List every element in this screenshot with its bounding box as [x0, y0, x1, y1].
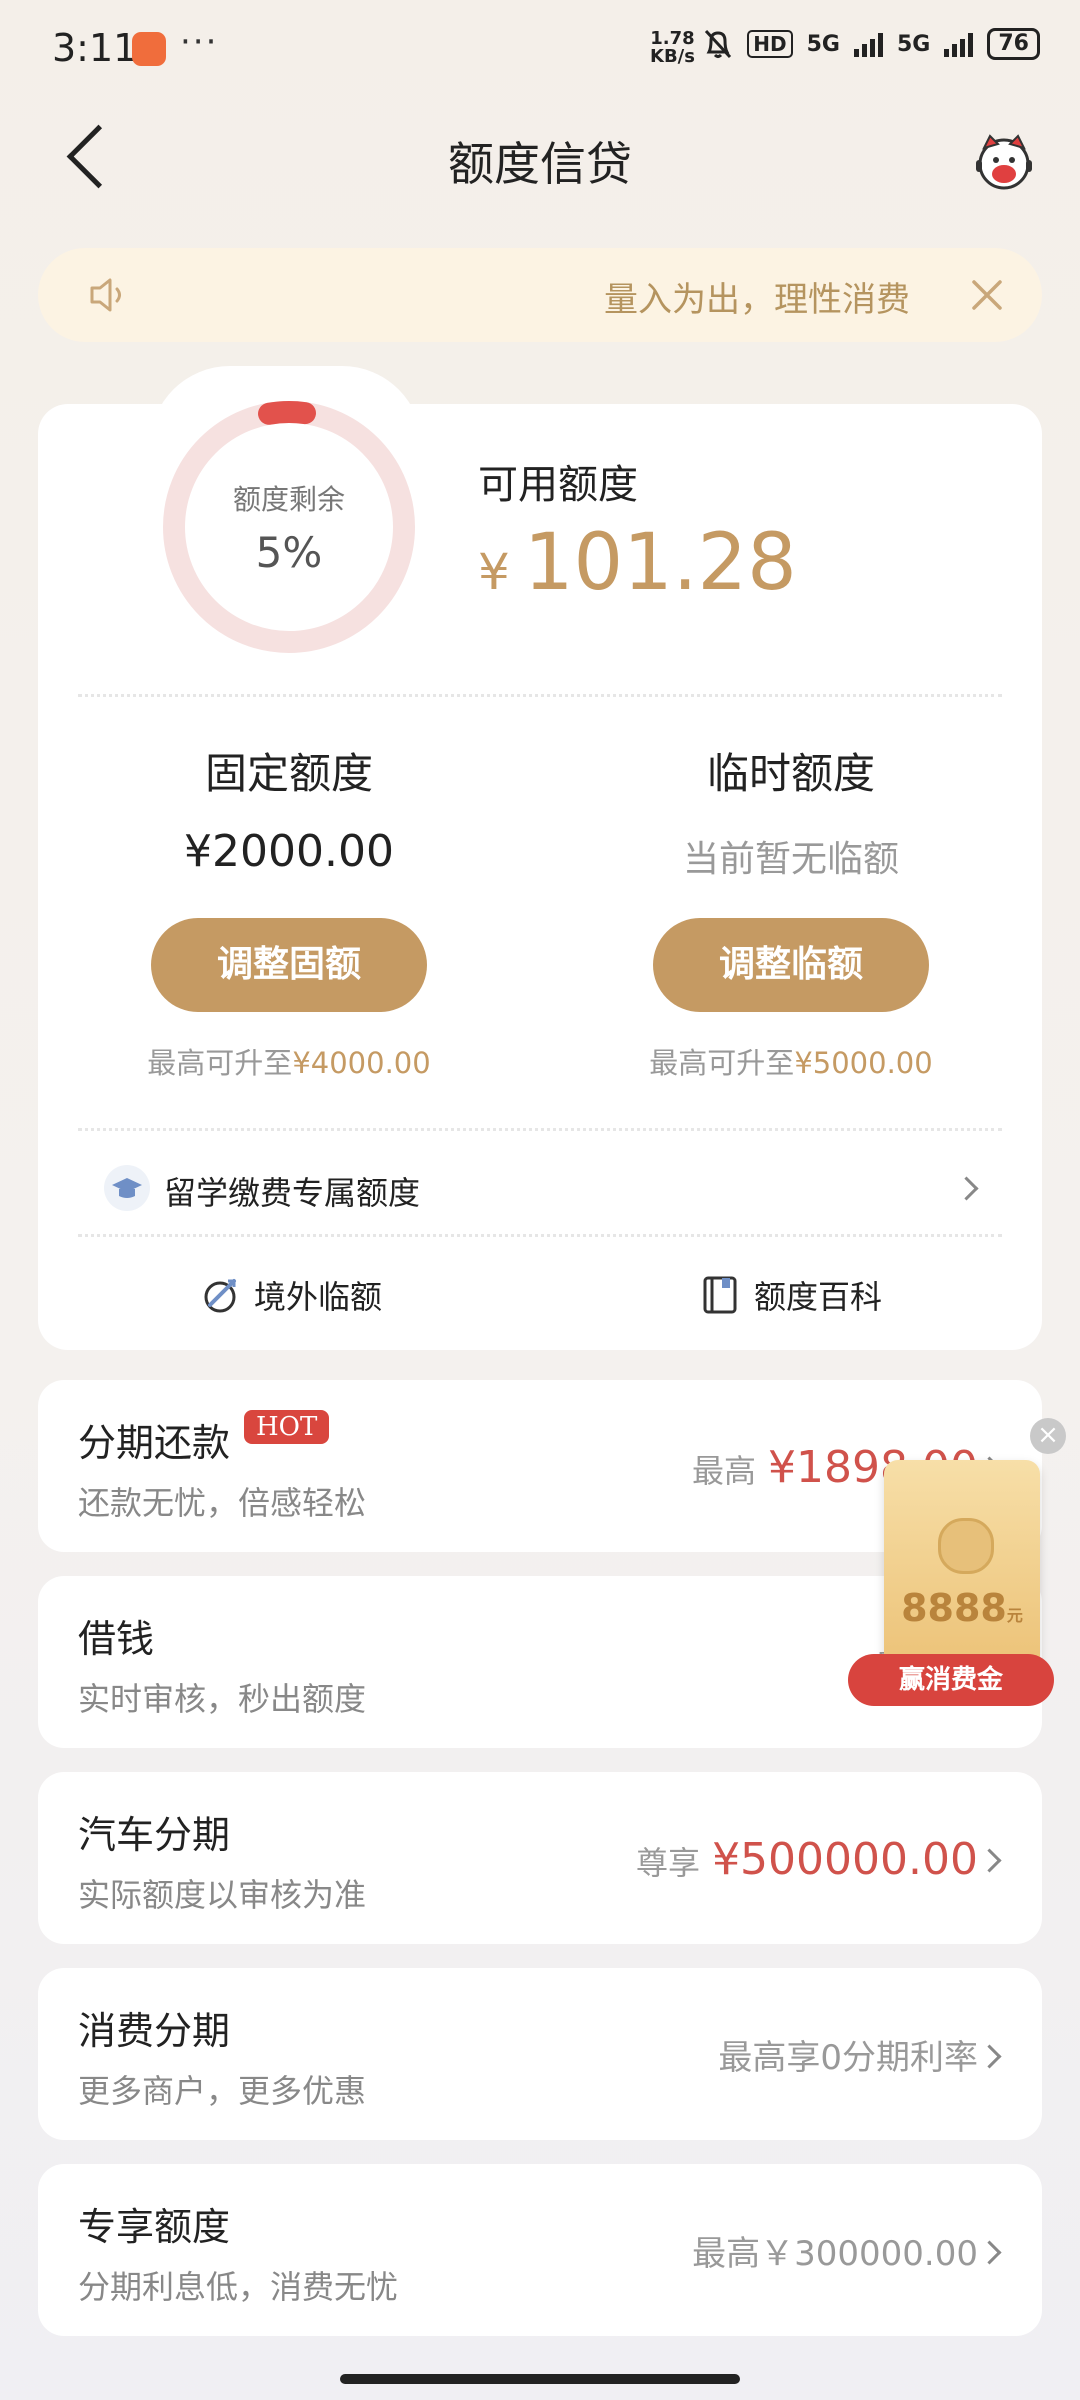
overseas-temp-link[interactable]: 境外临额: [200, 1272, 382, 1318]
remaining-ring-chart: [163, 401, 415, 653]
temp-max-note: 最高可升至¥5000.00: [540, 1040, 1042, 1082]
promo-close-icon[interactable]: ×: [1030, 1418, 1066, 1454]
network-speed-unit: KB/s: [650, 46, 695, 67]
temp-max-value: ¥5000.00: [794, 1046, 933, 1080]
more-notifications-icon: ···: [180, 22, 219, 62]
overseas-icon: [204, 1279, 236, 1313]
card-info-text: 最高￥300000.00: [692, 2234, 978, 2274]
card-subtitle: 更多商户，更多优惠: [78, 2072, 367, 2110]
hd-badge: HD: [747, 30, 793, 58]
credit-encyclopedia-label: 额度百科: [754, 1278, 883, 1316]
temp-credit-title: 临时额度: [706, 749, 875, 798]
promo-amount: 8888元: [884, 1586, 1040, 1630]
adjust-temp-button[interactable]: 调整临额: [653, 918, 929, 1012]
card-title: 分期还款: [78, 1421, 231, 1465]
promo-button[interactable]: 赢消费金: [848, 1654, 1054, 1706]
battery-icon: 76: [987, 28, 1040, 60]
card-subtitle: 实时审核，秒出额度: [78, 1680, 367, 1718]
temp-max-prefix: 最高可升至: [649, 1046, 795, 1080]
remaining-label: 额度剩余: [232, 483, 345, 516]
amount-value: ¥500000.00: [712, 1834, 978, 1885]
graduation-cap-icon: [104, 1165, 150, 1211]
signal-icon: [854, 31, 883, 57]
hot-badge: HOT: [244, 1410, 330, 1444]
fixed-max-note: 最高可升至¥4000.00: [38, 1040, 540, 1082]
divider-2: [78, 1128, 1002, 1131]
available-credit-value: ¥101.28: [478, 518, 797, 608]
study-credit-label: 留学缴费专属额度: [164, 1174, 421, 1212]
fixed-credit-value: ¥2000.00: [184, 826, 394, 877]
status-bar: 3:11 ··· 1.78 KB/s HD 5G 5G 76: [0, 0, 1080, 100]
chevron-right-icon: [977, 2044, 1002, 2069]
remaining-percent: 5%: [255, 528, 323, 577]
page-title: 额度信贷: [448, 137, 632, 191]
credit-encyclopedia-link[interactable]: 额度百科: [700, 1272, 882, 1318]
network-speed: 1.78 KB/s: [650, 30, 695, 66]
speaker-icon: [90, 278, 121, 312]
card-title: 借钱: [78, 1617, 155, 1661]
card-info-text: 最高享0分期利率: [718, 2038, 978, 2078]
available-amount: 101.28: [523, 518, 797, 608]
chevron-right-icon: [977, 1848, 1002, 1873]
amount-prefix: 最高: [692, 1452, 757, 1490]
card-subtitle: 实际额度以审核为准: [78, 1876, 367, 1914]
mascot-service-icon[interactable]: [972, 130, 1036, 194]
signal-5g-label: 5G: [806, 31, 840, 57]
home-indicator[interactable]: [340, 2374, 740, 2384]
book-icon: [703, 1276, 737, 1314]
car-installment-card[interactable]: 汽车分期 实际额度以审核为准 尊享 ¥500000.00: [38, 1772, 1042, 1944]
consumer-installment-card[interactable]: 消费分期 更多商户，更多优惠 最高享0分期利率: [38, 1968, 1042, 2140]
promo-amount-value: 8888: [901, 1586, 1007, 1630]
temp-credit-value: 当前暂无临额: [682, 839, 899, 880]
app-notification-icon: [132, 32, 166, 66]
bell-off-icon: [705, 29, 732, 59]
card-title: 消费分期: [78, 2009, 231, 2053]
notice-bar[interactable]: 量入为出，理性消费: [38, 248, 1042, 342]
status-icons: HD 5G 5G 76: [703, 28, 1040, 60]
card-info: 最高享0分期利率: [718, 2030, 978, 2079]
adjust-fixed-button[interactable]: 调整固额: [151, 918, 427, 1012]
close-icon[interactable]: [962, 270, 1012, 320]
card-info: 最高￥300000.00: [692, 2226, 978, 2275]
signal-5g-label-2: 5G: [897, 31, 931, 57]
card-title: 专享额度: [78, 2205, 231, 2249]
divider-3: [78, 1234, 1002, 1237]
currency-symbol: ¥: [478, 543, 510, 601]
promo-red-packet[interactable]: 8888元: [884, 1460, 1040, 1670]
exclusive-credit-card[interactable]: 专享额度 分期利息低，消费无忧 最高￥300000.00: [38, 2164, 1042, 2336]
notice-text: 量入为出，理性消费: [604, 280, 910, 320]
chevron-right-icon: [977, 2240, 1002, 2265]
card-title: 汽车分期: [78, 1813, 231, 1857]
status-time: 3:11: [52, 26, 138, 70]
card-subtitle: 还款无忧，倍感轻松: [78, 1484, 367, 1522]
fixed-max-prefix: 最高可升至: [147, 1046, 293, 1080]
card-subtitle: 分期利息低，消费无忧: [78, 2268, 399, 2306]
coin-icon: [938, 1518, 994, 1574]
card-amount: 尊享 ¥500000.00: [636, 1834, 978, 1885]
overseas-temp-label: 境外临额: [254, 1278, 383, 1316]
amount-prefix: 尊享: [636, 1844, 701, 1882]
fixed-max-value: ¥4000.00: [292, 1046, 431, 1080]
signal-icon-2: [944, 31, 974, 57]
divider: [78, 694, 1002, 697]
available-credit-label: 可用额度: [478, 462, 638, 508]
promo-amount-unit: 元: [1006, 1606, 1023, 1625]
fixed-credit-title: 固定额度: [204, 749, 373, 798]
